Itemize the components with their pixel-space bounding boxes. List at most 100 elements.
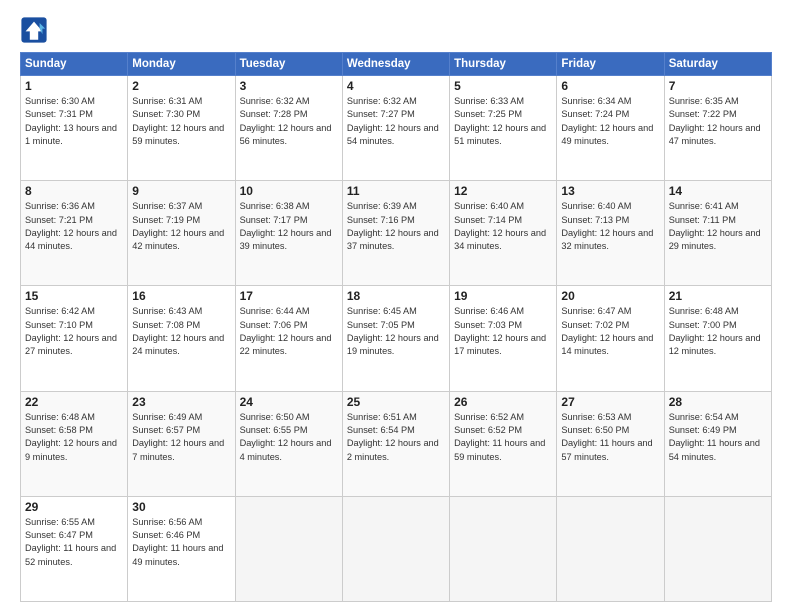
day-number: 25: [347, 395, 445, 409]
calendar-cell: 14 Sunrise: 6:41 AM Sunset: 7:11 PM Dayli…: [664, 181, 771, 286]
calendar-cell: 10 Sunrise: 6:38 AM Sunset: 7:17 PM Dayli…: [235, 181, 342, 286]
day-number: 6: [561, 79, 659, 93]
day-info: Sunrise: 6:35 AM Sunset: 7:22 PM Dayligh…: [669, 95, 767, 148]
day-number: 11: [347, 184, 445, 198]
week-row-3: 15 Sunrise: 6:42 AM Sunset: 7:10 PM Dayli…: [21, 286, 772, 391]
day-number: 26: [454, 395, 552, 409]
week-row-2: 8 Sunrise: 6:36 AM Sunset: 7:21 PM Daylig…: [21, 181, 772, 286]
calendar-cell: 16 Sunrise: 6:43 AM Sunset: 7:08 PM Dayli…: [128, 286, 235, 391]
calendar-cell: 21 Sunrise: 6:48 AM Sunset: 7:00 PM Dayli…: [664, 286, 771, 391]
day-info: Sunrise: 6:49 AM Sunset: 6:57 PM Dayligh…: [132, 411, 230, 464]
day-number: 21: [669, 289, 767, 303]
calendar-cell: 6 Sunrise: 6:34 AM Sunset: 7:24 PM Daylig…: [557, 76, 664, 181]
day-info: Sunrise: 6:53 AM Sunset: 6:50 PM Dayligh…: [561, 411, 659, 464]
day-info: Sunrise: 6:33 AM Sunset: 7:25 PM Dayligh…: [454, 95, 552, 148]
day-info: Sunrise: 6:32 AM Sunset: 7:28 PM Dayligh…: [240, 95, 338, 148]
day-number: 18: [347, 289, 445, 303]
day-info: Sunrise: 6:45 AM Sunset: 7:05 PM Dayligh…: [347, 305, 445, 358]
weekday-header-wednesday: Wednesday: [342, 53, 449, 76]
day-number: 15: [25, 289, 123, 303]
day-info: Sunrise: 6:44 AM Sunset: 7:06 PM Dayligh…: [240, 305, 338, 358]
week-row-4: 22 Sunrise: 6:48 AM Sunset: 6:58 PM Dayli…: [21, 391, 772, 496]
logo: [20, 16, 52, 44]
calendar-cell: 4 Sunrise: 6:32 AM Sunset: 7:27 PM Daylig…: [342, 76, 449, 181]
day-number: 22: [25, 395, 123, 409]
calendar-cell: 25Sunrise: 6:51 AM Sunset: 6:54 PM Dayli…: [342, 391, 449, 496]
calendar-cell: [557, 496, 664, 601]
day-number: 10: [240, 184, 338, 198]
calendar-cell: 24Sunrise: 6:50 AM Sunset: 6:55 PM Dayli…: [235, 391, 342, 496]
day-number: 9: [132, 184, 230, 198]
calendar-cell: [342, 496, 449, 601]
calendar-cell: 8 Sunrise: 6:36 AM Sunset: 7:21 PM Daylig…: [21, 181, 128, 286]
day-number: 28: [669, 395, 767, 409]
day-info: Sunrise: 6:37 AM Sunset: 7:19 PM Dayligh…: [132, 200, 230, 253]
weekday-header-thursday: Thursday: [450, 53, 557, 76]
calendar-cell: [450, 496, 557, 601]
day-info: Sunrise: 6:31 AM Sunset: 7:30 PM Dayligh…: [132, 95, 230, 148]
calendar-cell: 26 Sunrise: 6:52 AM Sunset: 6:52 PM Dayli…: [450, 391, 557, 496]
day-info: Sunrise: 6:30 AM Sunset: 7:31 PM Dayligh…: [25, 95, 123, 148]
calendar-cell: 12Sunrise: 6:40 AM Sunset: 7:14 PM Dayli…: [450, 181, 557, 286]
page: SundayMondayTuesdayWednesdayThursdayFrid…: [0, 0, 792, 612]
weekday-header-monday: Monday: [128, 53, 235, 76]
day-info: Sunrise: 6:32 AM Sunset: 7:27 PM Dayligh…: [347, 95, 445, 148]
day-number: 19: [454, 289, 552, 303]
day-number: 16: [132, 289, 230, 303]
day-number: 8: [25, 184, 123, 198]
day-number: 30: [132, 500, 230, 514]
day-number: 27: [561, 395, 659, 409]
day-info: Sunrise: 6:50 AM Sunset: 6:55 PM Dayligh…: [240, 411, 338, 464]
calendar-cell: 3 Sunrise: 6:32 AM Sunset: 7:28 PM Daylig…: [235, 76, 342, 181]
day-info: Sunrise: 6:46 AM Sunset: 7:03 PM Dayligh…: [454, 305, 552, 358]
day-info: Sunrise: 6:47 AM Sunset: 7:02 PM Dayligh…: [561, 305, 659, 358]
week-row-1: 1 Sunrise: 6:30 AM Sunset: 7:31 PM Daylig…: [21, 76, 772, 181]
calendar-cell: 7 Sunrise: 6:35 AM Sunset: 7:22 PM Daylig…: [664, 76, 771, 181]
calendar-cell: [235, 496, 342, 601]
weekday-header-sunday: Sunday: [21, 53, 128, 76]
day-number: 14: [669, 184, 767, 198]
day-number: 17: [240, 289, 338, 303]
day-number: 3: [240, 79, 338, 93]
day-info: Sunrise: 6:43 AM Sunset: 7:08 PM Dayligh…: [132, 305, 230, 358]
day-info: Sunrise: 6:52 AM Sunset: 6:52 PM Dayligh…: [454, 411, 552, 464]
weekday-header-saturday: Saturday: [664, 53, 771, 76]
day-info: Sunrise: 6:42 AM Sunset: 7:10 PM Dayligh…: [25, 305, 123, 358]
header: [20, 16, 772, 44]
calendar-cell: 29 Sunrise: 6:55 AM Sunset: 6:47 PM Dayli…: [21, 496, 128, 601]
calendar-cell: 2Sunrise: 6:31 AM Sunset: 7:30 PM Daylig…: [128, 76, 235, 181]
calendar-cell: 30 Sunrise: 6:56 AM Sunset: 6:46 PM Dayli…: [128, 496, 235, 601]
day-number: 29: [25, 500, 123, 514]
calendar-cell: 20 Sunrise: 6:47 AM Sunset: 7:02 PM Dayli…: [557, 286, 664, 391]
day-number: 4: [347, 79, 445, 93]
day-info: Sunrise: 6:36 AM Sunset: 7:21 PM Dayligh…: [25, 200, 123, 253]
day-info: Sunrise: 6:34 AM Sunset: 7:24 PM Dayligh…: [561, 95, 659, 148]
day-info: Sunrise: 6:38 AM Sunset: 7:17 PM Dayligh…: [240, 200, 338, 253]
weekday-header-row: SundayMondayTuesdayWednesdayThursdayFrid…: [21, 53, 772, 76]
day-number: 13: [561, 184, 659, 198]
day-info: Sunrise: 6:40 AM Sunset: 7:14 PM Dayligh…: [454, 200, 552, 253]
day-info: Sunrise: 6:41 AM Sunset: 7:11 PM Dayligh…: [669, 200, 767, 253]
week-row-5: 29 Sunrise: 6:55 AM Sunset: 6:47 PM Dayli…: [21, 496, 772, 601]
calendar-table: SundayMondayTuesdayWednesdayThursdayFrid…: [20, 52, 772, 602]
day-info: Sunrise: 6:48 AM Sunset: 6:58 PM Dayligh…: [25, 411, 123, 464]
calendar-cell: 5Sunrise: 6:33 AM Sunset: 7:25 PM Daylig…: [450, 76, 557, 181]
calendar-cell: 13Sunrise: 6:40 AM Sunset: 7:13 PM Dayli…: [557, 181, 664, 286]
calendar-cell: 19 Sunrise: 6:46 AM Sunset: 7:03 PM Dayli…: [450, 286, 557, 391]
day-number: 1: [25, 79, 123, 93]
day-info: Sunrise: 6:54 AM Sunset: 6:49 PM Dayligh…: [669, 411, 767, 464]
weekday-header-friday: Friday: [557, 53, 664, 76]
day-info: Sunrise: 6:56 AM Sunset: 6:46 PM Dayligh…: [132, 516, 230, 569]
calendar-cell: 28 Sunrise: 6:54 AM Sunset: 6:49 PM Dayli…: [664, 391, 771, 496]
calendar-cell: 18 Sunrise: 6:45 AM Sunset: 7:05 PM Dayli…: [342, 286, 449, 391]
day-info: Sunrise: 6:48 AM Sunset: 7:00 PM Dayligh…: [669, 305, 767, 358]
day-number: 7: [669, 79, 767, 93]
calendar-cell: 1 Sunrise: 6:30 AM Sunset: 7:31 PM Daylig…: [21, 76, 128, 181]
calendar-cell: 27 Sunrise: 6:53 AM Sunset: 6:50 PM Dayli…: [557, 391, 664, 496]
calendar-cell: 9 Sunrise: 6:37 AM Sunset: 7:19 PM Daylig…: [128, 181, 235, 286]
day-number: 20: [561, 289, 659, 303]
day-info: Sunrise: 6:55 AM Sunset: 6:47 PM Dayligh…: [25, 516, 123, 569]
day-number: 23: [132, 395, 230, 409]
calendar-cell: [664, 496, 771, 601]
calendar-cell: 22 Sunrise: 6:48 AM Sunset: 6:58 PM Dayli…: [21, 391, 128, 496]
